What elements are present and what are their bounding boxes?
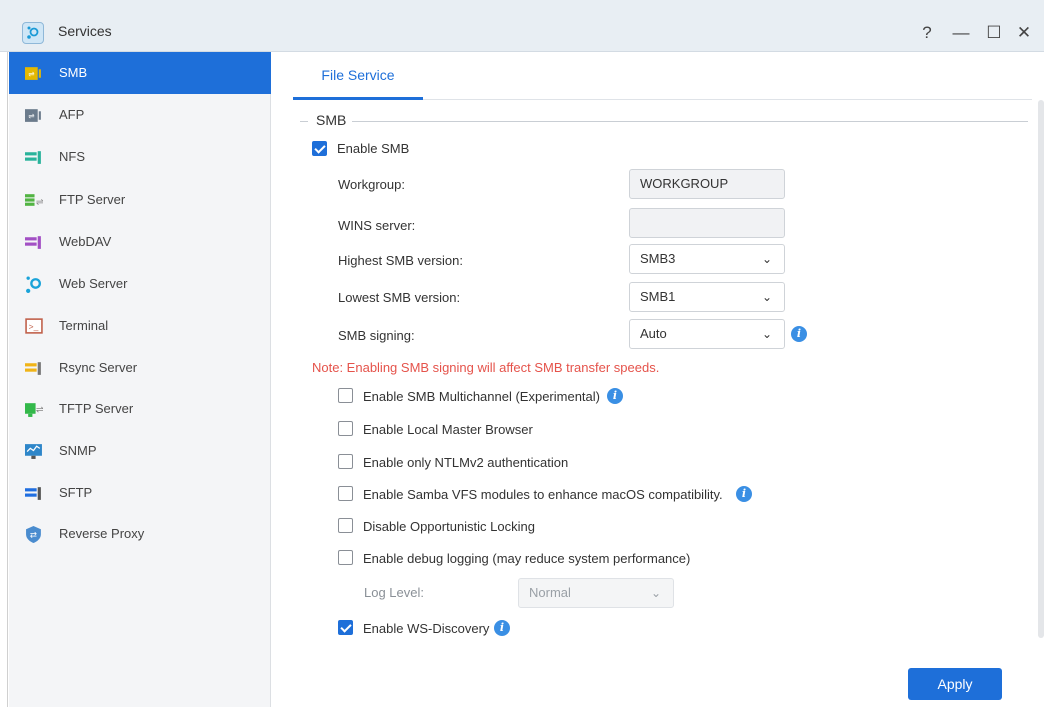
ws-discovery-checkbox[interactable] xyxy=(338,620,353,635)
option-label: Enable SMB Multichannel (Experimental) xyxy=(363,389,600,404)
sidebar-item-afp[interactable]: ⇌ AFP xyxy=(9,94,271,136)
option-checkbox[interactable] xyxy=(338,454,353,469)
scrollbar[interactable] xyxy=(1038,100,1044,638)
rsync-icon xyxy=(25,359,43,377)
option-label: Enable Local Master Browser xyxy=(363,422,533,437)
log-level-label: Log Level: xyxy=(364,585,424,600)
afp-icon: ⇌ xyxy=(25,106,43,124)
section-divider-right xyxy=(352,121,1028,122)
sidebar-item-snmp[interactable]: SNMP xyxy=(9,430,271,472)
sidebar-item-label: Rsync Server xyxy=(59,360,138,375)
sidebar-item-label: TFTP Server xyxy=(59,401,134,416)
workgroup-input[interactable]: WORKGROUP xyxy=(629,169,785,199)
option-label: Enable Samba VFS modules to enhance macO… xyxy=(363,487,723,502)
log-level-select: Normal ⌄ xyxy=(518,578,674,608)
sidebar-item-label: Web Server xyxy=(59,276,128,291)
sidebar: ⇌ SMB ⇌ AFP NFS ⇌ FTP Server WebDAV Web Server >_… xyxy=(9,52,271,707)
terminal-icon: >_ xyxy=(25,317,43,335)
option-label: Disable Opportunistic Locking xyxy=(363,519,535,534)
sidebar-item-label: SNMP xyxy=(59,443,97,458)
tftp-icon: ⇌ xyxy=(25,400,44,418)
smb-signing-label: SMB signing: xyxy=(338,328,415,343)
sidebar-item-sftp[interactable]: SFTP xyxy=(9,472,271,514)
ftp-icon: ⇌ xyxy=(25,191,44,209)
chevron-down-icon: ⌄ xyxy=(761,252,772,266)
workgroup-label: Workgroup: xyxy=(338,177,405,192)
window-title: Services xyxy=(58,23,112,39)
sidebar-item-reverse-proxy[interactable]: ⇄ Reverse Proxy xyxy=(9,513,271,555)
ws-discovery-label: Enable WS-Discovery xyxy=(363,621,490,636)
smb-signing-value: Auto xyxy=(640,326,667,341)
lowest-smb-label: Lowest SMB version: xyxy=(338,290,461,305)
sidebar-item-label: WebDAV xyxy=(59,234,112,249)
smb-signing-select[interactable]: Auto ⌄ xyxy=(629,319,785,349)
svg-text:>_: >_ xyxy=(29,322,39,332)
web-server-icon xyxy=(25,275,43,293)
help-icon[interactable]: ? xyxy=(916,22,938,44)
sidebar-item-smb[interactable]: ⇌ SMB xyxy=(9,52,271,94)
wins-server-input[interactable] xyxy=(629,208,785,238)
window-edge xyxy=(0,52,8,707)
minimize-icon[interactable]: — xyxy=(950,22,972,44)
lowest-smb-value: SMB1 xyxy=(640,289,676,304)
svg-text:⇌: ⇌ xyxy=(36,197,43,208)
option-label: Enable only NTLMv2 authentication xyxy=(363,455,569,470)
sidebar-item-rsync-server[interactable]: Rsync Server xyxy=(9,347,271,389)
snmp-icon xyxy=(25,442,43,460)
sidebar-item-terminal[interactable]: >_ Terminal xyxy=(9,305,271,347)
svg-text:⇌: ⇌ xyxy=(36,405,43,416)
option-checkbox[interactable] xyxy=(338,486,353,501)
nfs-icon xyxy=(25,148,43,166)
highest-smb-select[interactable]: SMB3 ⌄ xyxy=(629,244,785,274)
sidebar-item-nfs[interactable]: NFS xyxy=(9,136,271,178)
option-checkbox[interactable] xyxy=(338,388,353,403)
option-checkbox[interactable] xyxy=(338,550,353,565)
sidebar-item-ftp-server[interactable]: ⇌ FTP Server xyxy=(9,179,271,221)
tab-file-service[interactable]: File Service xyxy=(293,60,423,100)
section-title: SMB xyxy=(316,112,347,128)
sidebar-item-tftp-server[interactable]: ⇌ TFTP Server xyxy=(9,388,271,430)
info-icon[interactable]: i xyxy=(607,388,623,404)
smb-icon: ⇌ xyxy=(25,64,43,82)
sidebar-item-label: Reverse Proxy xyxy=(59,526,145,541)
option-checkbox[interactable] xyxy=(338,421,353,436)
sidebar-item-label: FTP Server xyxy=(59,192,126,207)
option-checkbox[interactable] xyxy=(338,518,353,533)
sidebar-item-label: NFS xyxy=(59,149,85,164)
lowest-smb-select[interactable]: SMB1 ⌄ xyxy=(629,282,785,312)
highest-smb-label: Highest SMB version: xyxy=(338,253,463,268)
sidebar-item-web-server[interactable]: Web Server xyxy=(9,263,271,305)
reverse-proxy-icon: ⇄ xyxy=(25,525,43,543)
info-icon[interactable]: i xyxy=(494,620,510,636)
section-divider-left xyxy=(300,121,308,122)
close-icon[interactable]: ✕ xyxy=(1013,22,1035,44)
sidebar-item-label: SFTP xyxy=(59,485,93,500)
sidebar-item-label: Terminal xyxy=(59,318,109,333)
info-icon[interactable]: i xyxy=(791,326,807,342)
tab-bar: File Service xyxy=(293,60,1032,100)
sidebar-item-label: SMB xyxy=(59,65,88,80)
info-icon[interactable]: i xyxy=(736,486,752,502)
apply-button[interactable]: Apply xyxy=(908,668,1002,700)
maximize-icon[interactable]: ☐ xyxy=(983,22,1005,44)
svg-text:⇄: ⇄ xyxy=(30,530,37,540)
log-level-value: Normal xyxy=(529,585,571,600)
svg-text:⇌: ⇌ xyxy=(28,70,34,79)
highest-smb-value: SMB3 xyxy=(640,251,676,266)
sidebar-item-webdav[interactable]: WebDAV xyxy=(9,221,271,263)
chevron-down-icon: ⌄ xyxy=(761,290,772,304)
webdav-icon xyxy=(25,233,43,251)
title-bar: Services ? — ☐ ✕ xyxy=(0,0,1044,52)
chevron-down-icon: ⌄ xyxy=(761,327,772,341)
option-label: Enable debug logging (may reduce system … xyxy=(363,551,691,566)
wins-server-label: WINS server: xyxy=(338,218,416,233)
enable-smb-checkbox[interactable] xyxy=(312,141,327,156)
services-app-icon xyxy=(22,22,44,44)
sidebar-item-label: AFP xyxy=(59,107,85,122)
smb-signing-note: Note: Enabling SMB signing will affect S… xyxy=(312,360,660,375)
enable-smb-label: Enable SMB xyxy=(337,141,410,156)
sftp-icon xyxy=(25,484,43,502)
chevron-down-icon: ⌄ xyxy=(650,586,661,600)
svg-text:⇌: ⇌ xyxy=(28,112,34,121)
